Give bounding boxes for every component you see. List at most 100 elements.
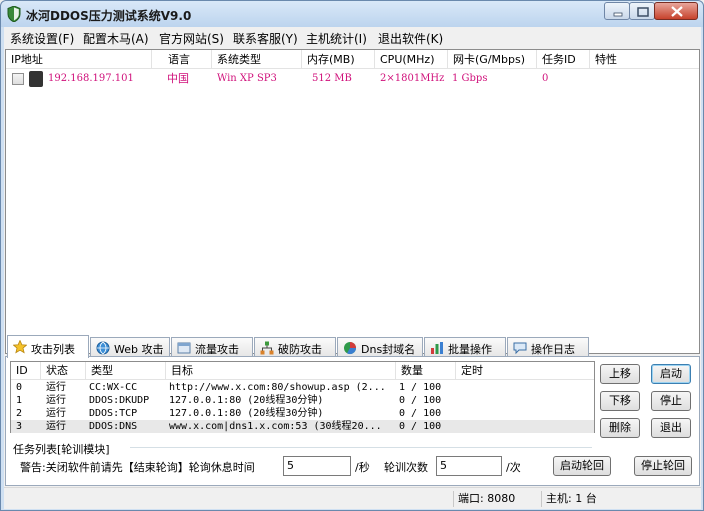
host-os: Win XP SP3 — [217, 73, 277, 84]
globe-icon — [96, 341, 110, 355]
host-ip: 192.168.197.101 — [48, 73, 134, 84]
task-id: 0 — [16, 382, 23, 393]
task-col-target[interactable]: 目标 — [166, 362, 396, 380]
col-task-id[interactable]: 任务ID — [537, 50, 590, 69]
col-ip[interactable]: IP地址 — [6, 50, 152, 69]
tab-dns-block[interactable]: Dns封域名 — [337, 337, 423, 357]
tab-web-attack-label: Web 攻击 — [114, 343, 164, 356]
menu-contact-support[interactable]: 联系客服(Y) — [233, 30, 298, 47]
client-area: 系统设置(F) 配置木马(A) 官方网站(S) 联系客服(Y) 主机统计(I) … — [4, 27, 701, 509]
stop-polling-button[interactable]: 停止轮回 — [634, 456, 692, 476]
task-target: 127.0.0.1:80 (20线程30分钟) — [169, 395, 324, 406]
minimize-button[interactable] — [604, 2, 630, 20]
task-count: 0 / 100 — [399, 395, 442, 406]
task-row[interactable]: 0 运行 CC:WX-CC http://www.x.com:80/showup… — [11, 381, 594, 394]
task-status: 运行 — [46, 382, 66, 393]
menu-system-settings[interactable]: 系统设置(F) — [10, 30, 74, 47]
host-task-id: 0 — [542, 73, 549, 84]
tab-web-attack[interactable]: Web 攻击 — [90, 337, 170, 357]
task-id: 3 — [16, 421, 23, 432]
status-hosts: 主机: 1 台 — [541, 491, 697, 507]
shield-icon — [7, 6, 21, 22]
host-os-icon — [29, 71, 43, 87]
host-list[interactable]: IP地址 语言 系统类型 内存(MB) CPU(MHz) 网卡(G/Mbps) … — [5, 49, 700, 354]
task-list-header: ID 状态 类型 目标 数量 定时 — [11, 362, 594, 380]
polling-warning-label: 警告:关闭软件前请先【结束轮询】轮询休息时间 — [20, 461, 255, 474]
tab-breach-attack-label: 破防攻击 — [278, 343, 322, 356]
window-icon — [177, 342, 191, 354]
task-row[interactable]: 1 运行 DDOS:DKUDP 127.0.0.1:80 (20线程30分钟) … — [11, 394, 594, 407]
task-type: DDOS:DKUDP — [89, 395, 150, 406]
tab-batch-operation-label: 批量操作 — [448, 343, 492, 356]
task-target: www.x.com|dns1.x.com:53 (30线程20... — [169, 421, 382, 432]
menu-host-stats[interactable]: 主机统计(I) — [306, 30, 367, 47]
task-col-timer[interactable]: 定时 — [456, 362, 594, 380]
host-checkbox[interactable] — [12, 73, 24, 85]
task-count: 0 / 100 — [399, 421, 442, 432]
tab-attack-list-label: 攻击列表 — [31, 343, 75, 356]
tab-operation-log[interactable]: 操作日志 — [507, 337, 589, 357]
window-title: 冰河DDOS压力测试系统V9.0 — [26, 9, 192, 23]
task-status: 运行 — [46, 421, 66, 432]
tab-attack-list[interactable]: 攻击列表 — [7, 335, 89, 358]
menu-configure-trojan[interactable]: 配置木马(A) — [83, 30, 149, 47]
maximize-button[interactable] — [629, 2, 655, 20]
col-memory[interactable]: 内存(MB) — [302, 50, 375, 69]
task-type: DDOS:DNS — [89, 421, 138, 432]
app-window: 冰河DDOS压力测试系统V9.0 系统设置(F) 配置木马(A) 官方网站(S)… — [0, 0, 704, 511]
task-col-type[interactable]: 类型 — [86, 362, 166, 380]
attack-list-panel: ID 状态 类型 目标 数量 定时 0 运行 CC:WX-CC http://w… — [5, 356, 700, 486]
host-row[interactable]: 192.168.197.101 中国 Win XP SP3 512 MB 2×1… — [6, 70, 699, 88]
stop-button[interactable]: 停止 — [651, 391, 691, 411]
menu-official-site[interactable]: 官方网站(S) — [159, 30, 224, 47]
pie-chart-icon — [344, 342, 356, 355]
bar-chart-icon — [431, 342, 443, 354]
col-cpu[interactable]: CPU(MHz) — [375, 50, 448, 69]
title-bar[interactable]: 冰河DDOS压力测试系统V9.0 — [1, 1, 703, 27]
rest-time-unit: /秒 — [355, 461, 370, 474]
close-icon — [671, 6, 683, 17]
tab-breach-attack[interactable]: 破防攻击 — [254, 337, 336, 357]
task-count: 1 / 100 — [399, 382, 442, 393]
poll-count-label: 轮训次数 — [384, 461, 428, 474]
status-port: 端口: 8080 — [453, 491, 538, 507]
task-col-id[interactable]: ID — [11, 362, 41, 380]
task-col-count[interactable]: 数量 — [396, 362, 456, 380]
task-status: 运行 — [46, 408, 66, 419]
maximize-icon — [637, 7, 649, 17]
chat-bubble-icon — [513, 342, 527, 355]
task-row[interactable]: 2 运行 DDOS:TCP 127.0.0.1:80 (20线程30分钟) 0 … — [11, 407, 594, 420]
task-type: CC:WX-CC — [89, 382, 138, 393]
task-id: 2 — [16, 408, 23, 419]
network-icon — [260, 341, 274, 355]
minimize-icon — [613, 12, 623, 17]
poll-count-input[interactable]: 5 — [436, 456, 502, 476]
task-target: http://www.x.com:80/showup.asp (2... — [169, 382, 386, 393]
rest-time-input[interactable]: 5 — [283, 456, 351, 476]
host-cpu: 2×1801MHz — [380, 73, 445, 84]
col-language[interactable]: 语言 — [152, 50, 212, 69]
task-target: 127.0.0.1:80 (20线程30分钟) — [169, 408, 324, 419]
move-up-button[interactable]: 上移 — [600, 364, 640, 384]
start-button[interactable]: 启动 — [651, 364, 691, 384]
tab-batch-operation[interactable]: 批量操作 — [424, 337, 506, 357]
col-feature[interactable]: 特性 — [590, 50, 699, 69]
col-nic[interactable]: 网卡(G/Mbps) — [448, 50, 537, 69]
delete-button[interactable]: 删除 — [600, 418, 640, 438]
task-col-status[interactable]: 状态 — [41, 362, 86, 380]
exit-button[interactable]: 退出 — [651, 418, 691, 438]
status-bar: 端口: 8080 主机: 1 台 — [4, 487, 701, 509]
host-nic: 1 Gbps — [452, 73, 488, 84]
tab-dns-block-label: Dns封域名 — [361, 343, 416, 356]
start-polling-button[interactable]: 启动轮回 — [553, 456, 611, 476]
tab-traffic-attack[interactable]: 流量攻击 — [171, 337, 253, 357]
move-down-button[interactable]: 下移 — [600, 391, 640, 411]
task-row-selected[interactable]: 3 运行 DDOS:DNS www.x.com|dns1.x.com:53 (3… — [11, 420, 594, 433]
col-os[interactable]: 系统类型 — [212, 50, 302, 69]
task-list[interactable]: ID 状态 类型 目标 数量 定时 0 运行 CC:WX-CC http://w… — [10, 361, 595, 433]
menu-exit[interactable]: 退出软件(K) — [378, 30, 443, 47]
menu-bar: 系统设置(F) 配置木马(A) 官方网站(S) 联系客服(Y) 主机统计(I) … — [4, 27, 701, 47]
close-button[interactable] — [654, 2, 698, 20]
task-count: 0 / 100 — [399, 408, 442, 419]
tab-traffic-attack-label: 流量攻击 — [195, 343, 239, 356]
